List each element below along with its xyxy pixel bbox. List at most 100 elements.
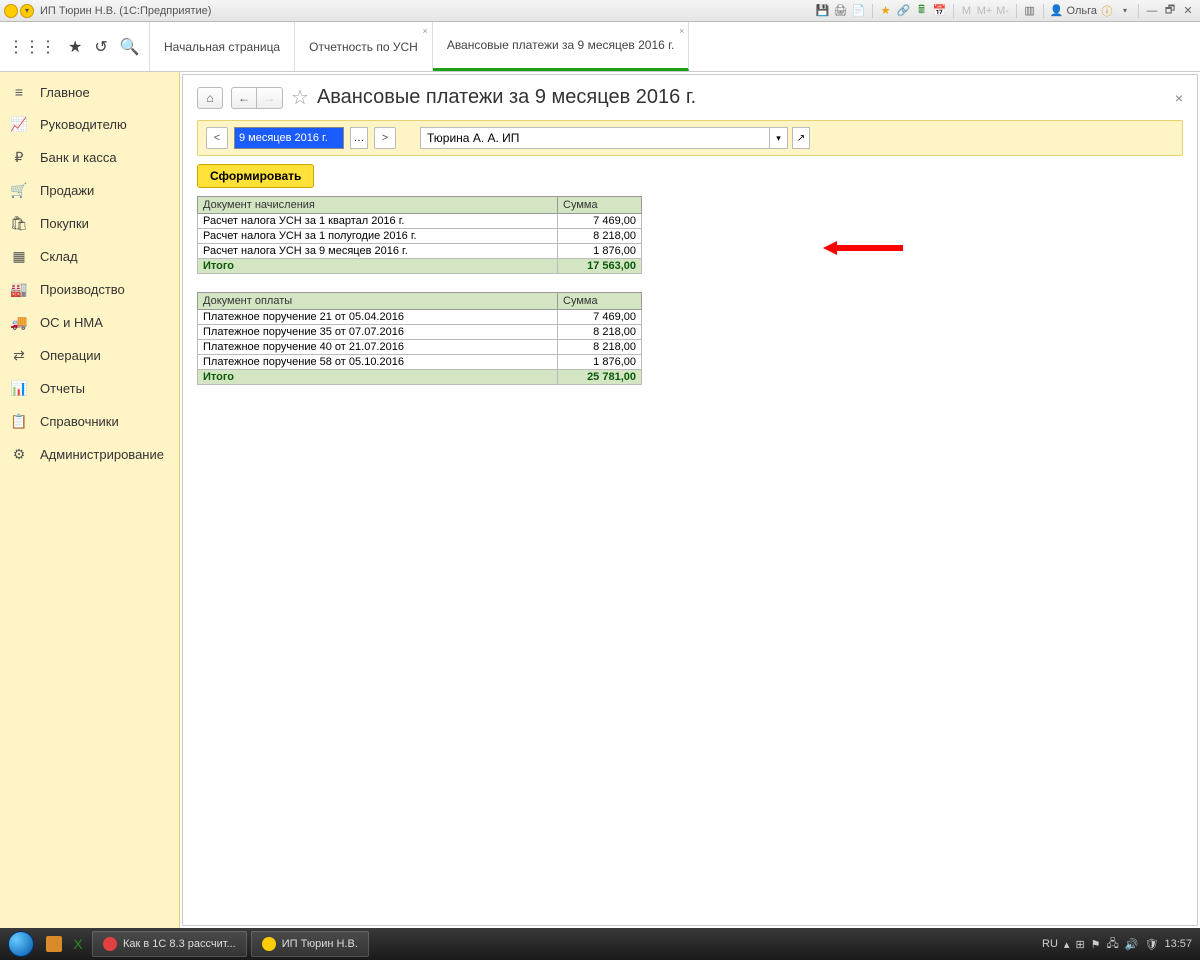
quick-launch-excel[interactable]: X (66, 931, 90, 957)
dropdown-icon[interactable]: ▾ (20, 4, 34, 18)
calendar-icon[interactable]: 📅 (932, 3, 948, 19)
sidebar-item-admin[interactable]: ⚙Администрирование (0, 438, 179, 471)
cell-sum: 8 218,00 (558, 325, 642, 340)
close-window-icon[interactable]: ✕ (1180, 3, 1196, 19)
period-next-button[interactable]: > (374, 127, 396, 149)
table-row[interactable]: Платежное поручение 21 от 05.04.20167 46… (198, 310, 642, 325)
highlight-arrow-icon (823, 240, 903, 256)
calc-icon[interactable]: 🖩 (914, 3, 930, 19)
sidebar-item-catalogs[interactable]: 📋Справочники (0, 405, 179, 438)
tray-flag-icon[interactable]: ⚑ (1091, 938, 1101, 951)
tab-usn-report[interactable]: Отчетность по УСН × (295, 22, 433, 71)
home-button[interactable]: ⌂ (197, 87, 223, 109)
sidebar-item-production[interactable]: 🏭Производство (0, 273, 179, 306)
truck-icon: 🚚 (10, 314, 28, 331)
sidebar-item-label: Отчеты (40, 381, 85, 396)
cell-sum: 8 218,00 (558, 340, 642, 355)
tray-up-icon[interactable]: ▴ (1064, 938, 1070, 951)
page-close-button[interactable]: × (1175, 90, 1183, 106)
sidebar-item-label: Руководителю (40, 117, 127, 132)
minimize-icon[interactable]: — (1144, 3, 1160, 19)
col-sum: Сумма (558, 293, 642, 310)
maximize-icon[interactable]: 🗗 (1162, 3, 1178, 19)
info-icon[interactable]: ⓘ (1099, 3, 1115, 19)
sidebar-item-bank[interactable]: ₽Банк и касса (0, 141, 179, 174)
bag-icon: 🛍 (10, 215, 28, 232)
chart-icon: 📈 (10, 116, 28, 133)
sidebar-item-purchases[interactable]: 🛍Покупки (0, 207, 179, 240)
star-outline-icon[interactable]: ☆ (291, 85, 309, 110)
table-row[interactable]: Платежное поручение 58 от 05.10.20161 87… (198, 355, 642, 370)
sidebar-item-reports[interactable]: 📊Отчеты (0, 372, 179, 405)
save-icon[interactable]: 💾 (815, 3, 831, 19)
task-label: Как в 1С 8.3 рассчит... (123, 938, 236, 950)
table-row[interactable]: Платежное поручение 40 от 21.07.20168 21… (198, 340, 642, 355)
org-dropdown-button[interactable]: ▾ (770, 127, 788, 149)
link-icon[interactable]: 🔗 (896, 3, 912, 19)
favorite-icon[interactable]: ★ (68, 37, 82, 57)
sidebar-item-main[interactable]: ≡ Главное (0, 76, 179, 108)
star-icon[interactable]: ★ (878, 3, 894, 19)
content: ⌂ ← → ☆ Авансовые платежи за 9 месяцев 2… (182, 74, 1198, 926)
cell-doc: Платежное поручение 40 от 21.07.2016 (198, 340, 558, 355)
quick-launch-explorer[interactable] (42, 931, 66, 957)
period-input[interactable] (234, 127, 344, 149)
tabs: Начальная страница Отчетность по УСН × Ав… (150, 22, 1200, 71)
sidebar-item-sales[interactable]: 🛒Продажи (0, 174, 179, 207)
generate-button[interactable]: Сформировать (197, 164, 314, 188)
tab-close-icon[interactable]: × (679, 26, 684, 36)
cart-icon: 🛒 (10, 182, 28, 199)
period-prev-button[interactable]: < (206, 127, 228, 149)
sidebar-item-label: ОС и НМА (40, 315, 103, 330)
sidebar: ≡ Главное 📈 Руководителю ₽Банк и касса 🛒Пр… (0, 72, 180, 928)
accrual-table: Документ начисленияСумма Расчет налога У… (197, 196, 642, 274)
table-row[interactable]: Расчет налога УСН за 1 квартал 2016 г.7 … (198, 214, 642, 229)
m-icon[interactable]: M (959, 3, 975, 19)
total-label: Итого (198, 259, 558, 274)
col-doc: Документ начисления (198, 197, 558, 214)
apps-icon[interactable]: ⋮⋮⋮ (8, 37, 56, 57)
tray-time[interactable]: 13:57 (1164, 938, 1192, 950)
task-item-browser[interactable]: Как в 1С 8.3 рассчит... (92, 931, 247, 957)
panel-icon[interactable]: ▥ (1022, 3, 1038, 19)
main: ≡ Главное 📈 Руководителю ₽Банк и касса 🛒Пр… (0, 72, 1200, 928)
filter-bar: < … > ▾ ↗ (197, 120, 1183, 156)
forward-button[interactable]: → (257, 87, 283, 109)
sidebar-item-warehouse[interactable]: ▦Склад (0, 240, 179, 273)
table-row[interactable]: Платежное поручение 35 от 07.07.20168 21… (198, 325, 642, 340)
org-input[interactable] (420, 127, 770, 149)
org-open-button[interactable]: ↗ (792, 127, 810, 149)
cell-sum: 1 876,00 (558, 355, 642, 370)
tray-shield-icon[interactable]: 🛡 (1145, 938, 1159, 951)
doc-icon[interactable]: 📄 (851, 3, 867, 19)
total-label: Итого (198, 370, 558, 385)
main-icon: ≡ (10, 84, 28, 100)
sidebar-item-label: Справочники (40, 414, 119, 429)
back-button[interactable]: ← (231, 87, 257, 109)
table-row[interactable]: Расчет налога УСН за 9 месяцев 2016 г.1 … (198, 244, 642, 259)
sidebar-item-label: Склад (40, 249, 78, 264)
start-button[interactable] (0, 928, 42, 960)
lang-indicator[interactable]: RU (1042, 938, 1058, 950)
tray-action-icon[interactable]: ⊞ (1075, 938, 1084, 951)
table-row[interactable]: Расчет налога УСН за 1 полугодие 2016 г.… (198, 229, 642, 244)
total-sum: 25 781,00 (558, 370, 642, 385)
history-icon[interactable]: ↺ (94, 37, 107, 57)
tab-label: Отчетность по УСН (309, 40, 418, 54)
m-minus-icon[interactable]: M- (995, 3, 1011, 19)
sidebar-item-assets[interactable]: 🚚 ОС и НМА (0, 306, 179, 339)
info-menu-icon[interactable]: ▾ (1117, 3, 1133, 19)
print-icon[interactable]: 🖨 (833, 3, 849, 19)
period-picker-button[interactable]: … (350, 127, 368, 149)
sidebar-item-operations[interactable]: ⇄Операции (0, 339, 179, 372)
tray-volume-icon[interactable]: 🔊 (1125, 938, 1139, 951)
tray-network-icon[interactable]: 🖧 (1107, 935, 1119, 954)
m-plus-icon[interactable]: M+ (977, 3, 993, 19)
task-item-1c[interactable]: ИП Тюрин Н.В. (251, 931, 369, 957)
tab-close-icon[interactable]: × (423, 26, 428, 36)
search-icon[interactable]: 🔍 (120, 37, 140, 57)
sidebar-item-manager[interactable]: 📈 Руководителю (0, 108, 179, 141)
tab-advance[interactable]: Авансовые платежи за 9 месяцев 2016 г.× (433, 22, 690, 71)
tab-start[interactable]: Начальная страница (150, 22, 295, 71)
sidebar-item-label: Главное (40, 85, 90, 100)
